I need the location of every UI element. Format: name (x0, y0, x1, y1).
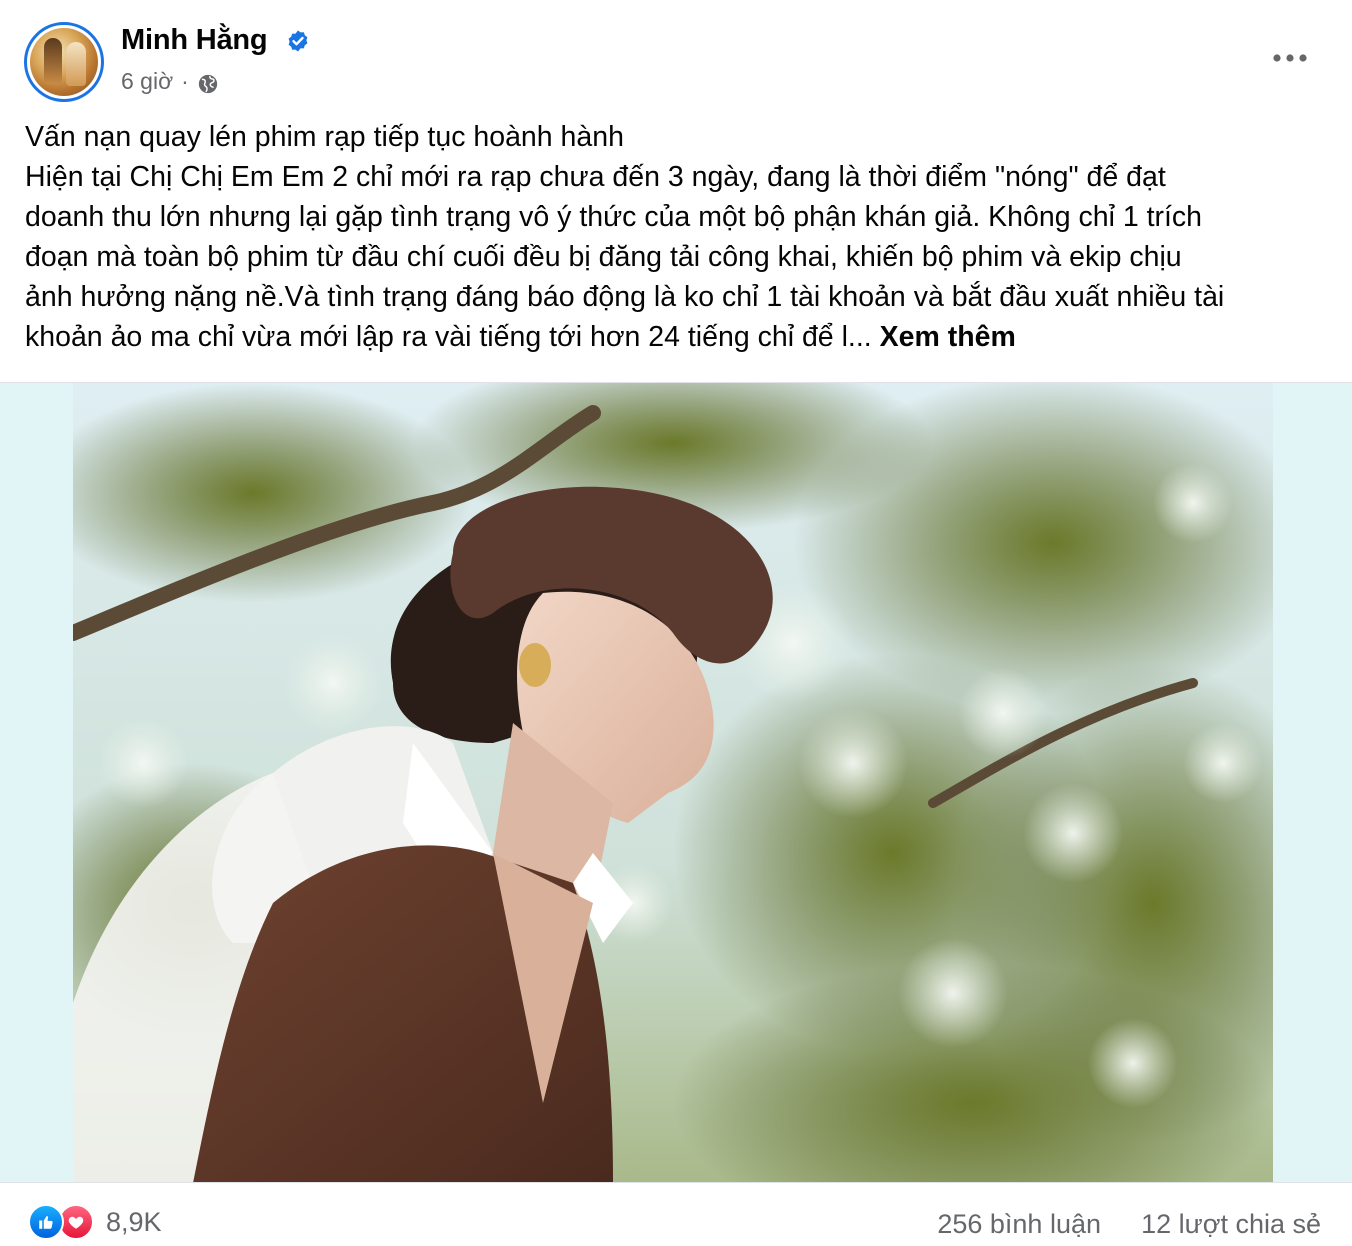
post-photo[interactable] (73, 383, 1273, 1183)
author-avatar[interactable] (24, 22, 104, 102)
post-footer: 8,9K 256 bình luận 12 lượt chia sẻ (0, 1182, 1352, 1246)
verified-badge-icon (288, 30, 308, 52)
like-icon (28, 1204, 64, 1240)
post-text-line: đoạn mà toàn bộ phim từ đầu chí cuối đều… (25, 241, 1182, 273)
post-text-line: doanh thu lớn nhưng lại gặp tình trạng v… (25, 201, 1203, 233)
post-text-line: Hiện tại Chị Chị Em Em 2 chỉ mới ra rạp … (25, 161, 1166, 193)
post-header: Minh Hằng 6 giờ · (0, 0, 1352, 110)
avatar-image (30, 28, 98, 96)
post-timestamp[interactable]: 6 giờ (121, 68, 173, 95)
post-meta: 6 giờ · (121, 67, 219, 95)
post-text: Vấn nạn quay lén phim rạp tiếp tục hoành… (25, 117, 1325, 357)
shares-count[interactable]: 12 lượt chia sẻ (1141, 1209, 1321, 1240)
globe-icon[interactable] (197, 73, 219, 95)
post-text-line: khoản ảo ma chỉ vừa mới lập ra vài tiếng… (25, 321, 880, 353)
author-name[interactable]: Minh Hằng (121, 24, 268, 57)
more-options-button[interactable] (1268, 40, 1312, 76)
see-more-link[interactable]: Xem thêm (880, 321, 1016, 353)
comments-count[interactable]: 256 bình luận (937, 1209, 1101, 1240)
heart-icon (68, 1216, 84, 1229)
post-text-last-line: khoản ảo ma chỉ vừa mới lập ra vài tiếng… (25, 317, 1325, 357)
reaction-count: 8,9K (106, 1206, 162, 1237)
facebook-post: Minh Hằng 6 giờ · Vấn nạn quay lén phim … (0, 0, 1352, 1246)
avatar-figure (66, 42, 86, 86)
post-text-line: Vấn nạn quay lén phim rạp tiếp tục hoành… (25, 121, 624, 153)
post-photo-container[interactable] (0, 382, 1352, 1183)
post-text-line: ảnh hưởng nặng nề.Và tình trạng đáng báo… (25, 281, 1225, 313)
reactions-summary[interactable]: 8,9K (28, 1204, 162, 1240)
meta-separator: · (181, 67, 189, 94)
avatar-figure (44, 38, 62, 84)
thumbs-up-icon (39, 1216, 53, 1229)
more-options-icon (1273, 54, 1307, 62)
